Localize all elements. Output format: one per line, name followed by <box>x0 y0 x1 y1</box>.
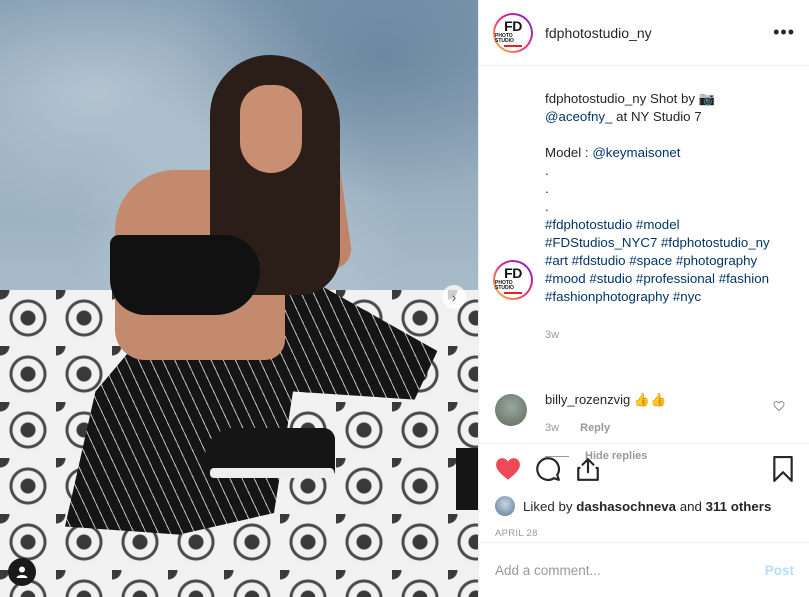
profile-avatar[interactable]: FD PHOTO STUDIO <box>493 13 533 53</box>
photo-model-face <box>240 85 302 173</box>
logo-text: FD <box>504 265 522 281</box>
caption-model-line: Model : @keymaisonet <box>545 144 793 162</box>
save-bookmark-icon[interactable] <box>772 456 794 482</box>
action-icons <box>495 454 794 484</box>
model-label: Model : <box>545 145 593 160</box>
logo-bar <box>504 44 522 47</box>
post-caption: FD PHOTO STUDIO fdphotostudio_ny Shot by… <box>479 66 809 376</box>
caption-text: at NY Studio 7 <box>612 109 702 124</box>
comment-bubble-icon[interactable] <box>535 456 561 482</box>
caption-dot: . <box>545 181 549 196</box>
liker-avatar[interactable] <box>495 496 515 516</box>
logo-bar <box>504 292 522 294</box>
logo-text: FD <box>504 17 522 34</box>
likes-text: Liked by dashasochneva and 311 others <box>523 499 771 514</box>
photo-model-top <box>110 235 260 315</box>
liked-mid: and <box>676 498 706 514</box>
caption-time[interactable]: 3w <box>545 326 793 344</box>
caption-dot: . <box>545 163 549 178</box>
caption-hashtags[interactable]: #fdphotostudio #model #FDStudios_NYC7 #f… <box>545 216 793 306</box>
likes-count-link[interactable]: 311 others <box>706 499 772 514</box>
next-photo-chevron-icon[interactable]: › <box>442 285 466 309</box>
likes-summary: Liked by dashasochneva and 311 others <box>495 496 794 516</box>
comment-meta: 3w Reply <box>545 422 793 434</box>
post-comment-button[interactable]: Post <box>765 563 794 578</box>
logo-subtext: PHOTO STUDIO <box>495 32 514 44</box>
caption-line-1: fdphotostudio_ny Shot by 📷 @aceofny_ at … <box>545 90 793 126</box>
post-date: APRIL 28 <box>495 528 538 539</box>
add-comment-input[interactable] <box>495 562 765 578</box>
reply-button[interactable]: Reply <box>580 422 610 434</box>
comment-text: 👍👍 <box>630 392 667 407</box>
tagged-user-icon[interactable] <box>8 558 36 586</box>
comment-body: billy_rozenzvig 👍👍 <box>545 392 793 408</box>
add-comment-bar: Post <box>479 542 809 597</box>
model-mention-link[interactable]: @keymaisonet <box>592 145 680 160</box>
comment-like-heart-icon[interactable] <box>773 400 785 412</box>
commenter-username[interactable]: billy_rozenzvig <box>545 392 630 407</box>
comment-time: 3w <box>545 422 560 434</box>
caption-dot: . <box>545 199 549 214</box>
post-photo[interactable]: › <box>0 0 478 597</box>
more-options-icon[interactable]: ••• <box>773 22 795 43</box>
post-actions: Liked by dashasochneva and 311 others AP… <box>479 443 809 539</box>
caption-username[interactable]: fdphotostudio_ny <box>545 91 646 106</box>
like-heart-icon[interactable] <box>495 457 521 481</box>
comment-item: billy_rozenzvig 👍👍 3w Reply <box>479 392 809 434</box>
caption-text: Shot by 📷 <box>646 91 716 106</box>
post-header: FD PHOTO STUDIO fdphotostudio_ny ••• <box>479 0 809 66</box>
liked-prefix: Liked by <box>523 498 577 514</box>
logo-subtext: PHOTO STUDIO <box>495 280 514 291</box>
commenter-avatar[interactable] <box>495 394 527 426</box>
caption-avatar[interactable]: FD PHOTO STUDIO <box>493 260 533 300</box>
header-username[interactable]: fdphotostudio_ny <box>545 25 652 41</box>
post-side-panel: FD PHOTO STUDIO fdphotostudio_ny ••• FD … <box>478 0 809 597</box>
mention-link[interactable]: @aceofny_ <box>545 109 612 124</box>
photo-model-shoe-sole <box>210 468 334 478</box>
share-icon[interactable] <box>575 456 601 482</box>
photo-model-shoe-2 <box>456 448 478 510</box>
liker-username[interactable]: dashasochneva <box>576 499 676 514</box>
